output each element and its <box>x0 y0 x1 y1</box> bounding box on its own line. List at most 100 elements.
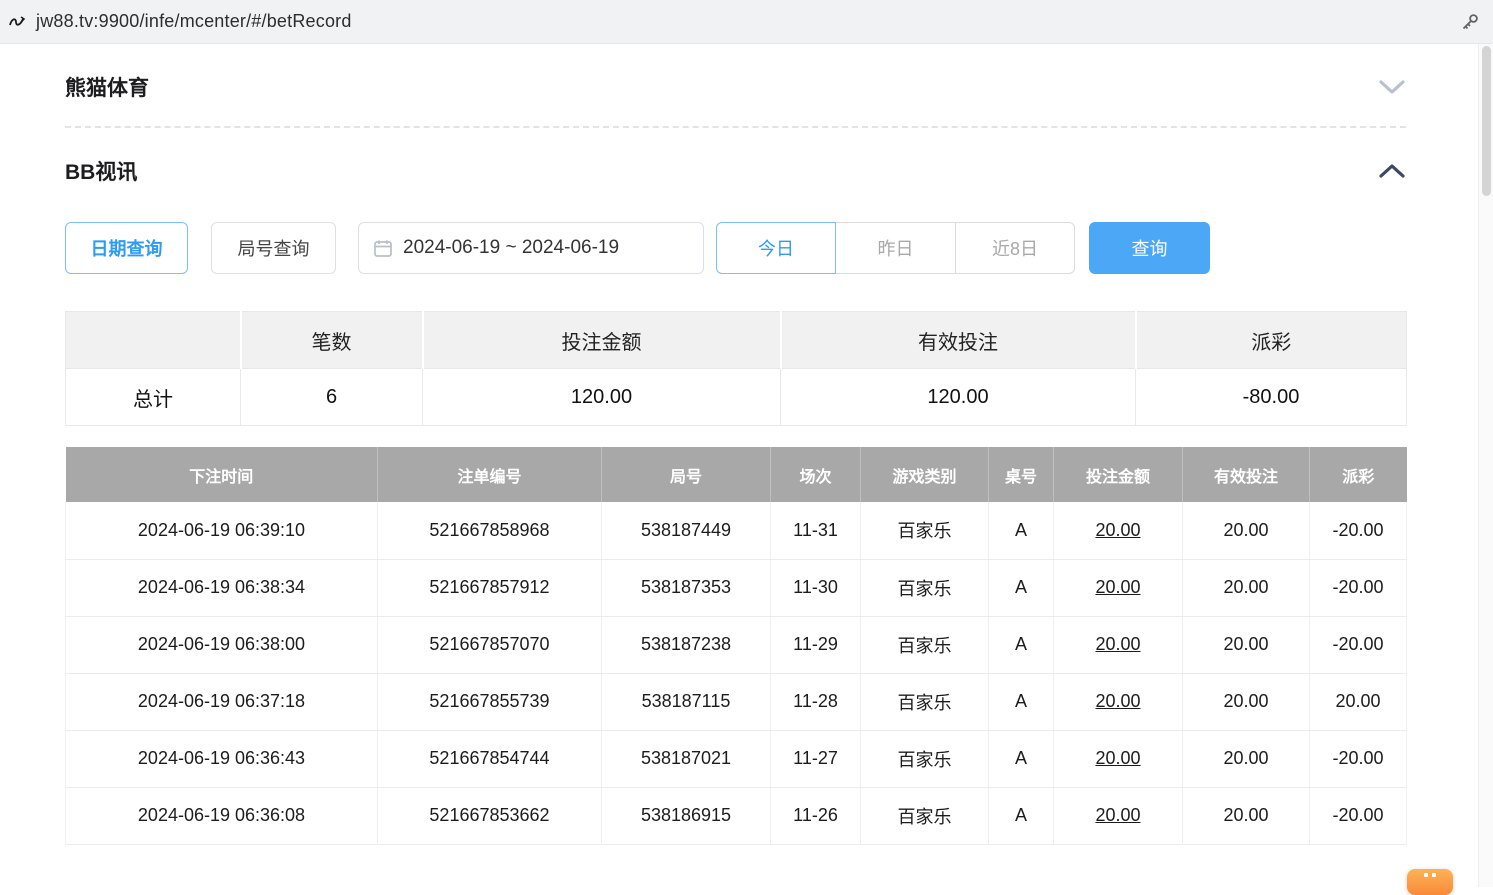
floating-widget[interactable] <box>1407 869 1453 895</box>
cell-session: 11-31 <box>771 502 861 559</box>
round-query-tab[interactable]: 局号查询 <box>211 222 336 274</box>
cell-session: 11-26 <box>771 787 861 844</box>
summary-header-count: 笔数 <box>241 312 423 369</box>
cell-round-id: 538187353 <box>602 559 771 616</box>
bet-table-body: 2024-06-19 06:39:10 521667858968 5381874… <box>66 502 1407 844</box>
cell-bet-time: 2024-06-19 06:39:10 <box>66 502 378 559</box>
cell-game-type: 百家乐 <box>861 616 989 673</box>
table-row: 2024-06-19 06:38:00 521667857070 5381872… <box>66 616 1407 673</box>
quick-range-today[interactable]: 今日 <box>716 222 836 274</box>
summary-total-valid-bet: 120.00 <box>781 369 1136 426</box>
cell-round-id: 538186915 <box>602 787 771 844</box>
cell-bet-amount-link[interactable]: 20.00 <box>1054 730 1183 787</box>
calendar-icon <box>373 238 393 258</box>
summary-header-empty <box>66 312 241 369</box>
cell-payout: 20.00 <box>1310 673 1407 730</box>
cell-payout: -20.00 <box>1310 787 1407 844</box>
key-icon[interactable] <box>1459 11 1481 33</box>
cell-round-id: 538187115 <box>602 673 771 730</box>
cell-valid-bet: 20.00 <box>1183 787 1310 844</box>
cell-game-type: 百家乐 <box>861 730 989 787</box>
summary-header-bet-amount: 投注金额 <box>423 312 781 369</box>
chevron-down-icon[interactable] <box>1378 79 1406 95</box>
cell-payout: -20.00 <box>1310 559 1407 616</box>
cell-game-type: 百家乐 <box>861 673 989 730</box>
summary-header-valid-bet: 有效投注 <box>781 312 1136 369</box>
summary-total-row: 总计 6 120.00 120.00 -80.00 <box>66 369 1407 426</box>
summary-header-payout: 派彩 <box>1136 312 1407 369</box>
header-bet-time: 下注时间 <box>66 447 378 502</box>
cell-table-no: A <box>989 502 1054 559</box>
cell-bet-id: 521667855739 <box>378 673 602 730</box>
cell-table-no: A <box>989 559 1054 616</box>
quick-range-yesterday[interactable]: 昨日 <box>836 222 956 274</box>
cell-payout: -20.00 <box>1310 730 1407 787</box>
header-table-no: 桌号 <box>989 447 1054 502</box>
cell-valid-bet: 20.00 <box>1183 616 1310 673</box>
cell-bet-time: 2024-06-19 06:38:34 <box>66 559 378 616</box>
filter-row: 日期查询 局号查询 2024-06-19 ~ 2024-06-19 今日 昨日 … <box>65 222 1406 274</box>
cell-round-id: 538187449 <box>602 502 771 559</box>
cell-game-type: 百家乐 <box>861 559 989 616</box>
cell-table-no: A <box>989 616 1054 673</box>
cell-bet-amount-link[interactable]: 20.00 <box>1054 787 1183 844</box>
cell-bet-time: 2024-06-19 06:36:08 <box>66 787 378 844</box>
table-row: 2024-06-19 06:36:43 521667854744 5381870… <box>66 730 1407 787</box>
cell-game-type: 百家乐 <box>861 787 989 844</box>
cell-bet-id: 521667857070 <box>378 616 602 673</box>
summary-header-row: 笔数 投注金额 有效投注 派彩 <box>66 312 1407 369</box>
chevron-up-icon[interactable] <box>1378 163 1406 179</box>
header-valid-bet: 有效投注 <box>1183 447 1310 502</box>
cell-session: 11-29 <box>771 616 861 673</box>
cell-bet-amount-link[interactable]: 20.00 <box>1054 502 1183 559</box>
header-bet-id: 注单编号 <box>378 447 602 502</box>
cell-session: 11-27 <box>771 730 861 787</box>
table-row: 2024-06-19 06:36:08 521667853662 5381869… <box>66 787 1407 844</box>
cell-table-no: A <box>989 673 1054 730</box>
scrollbar-thumb[interactable] <box>1482 46 1491 196</box>
section-bb-video[interactable]: BB视讯 <box>65 156 1406 186</box>
header-game-type: 游戏类别 <box>861 447 989 502</box>
summary-table: 笔数 投注金额 有效投注 派彩 总计 6 120.00 120.00 -80.0… <box>65 311 1407 426</box>
browser-address-bar[interactable]: jw88.tv:9900/infe/mcenter/#/betRecord <box>0 0 1493 44</box>
table-row: 2024-06-19 06:38:34 521667857912 5381873… <box>66 559 1407 616</box>
cell-round-id: 538187238 <box>602 616 771 673</box>
cell-bet-id: 521667854744 <box>378 730 602 787</box>
cell-payout: -20.00 <box>1310 502 1407 559</box>
bet-records-table: 下注时间 注单编号 局号 场次 游戏类别 桌号 投注金额 有效投注 派彩 202… <box>65 447 1407 845</box>
cell-valid-bet: 20.00 <box>1183 502 1310 559</box>
scrollbar[interactable] <box>1478 44 1493 887</box>
header-round-id: 局号 <box>602 447 771 502</box>
cell-bet-amount-link[interactable]: 20.00 <box>1054 673 1183 730</box>
header-session: 场次 <box>771 447 861 502</box>
date-range-input[interactable]: 2024-06-19 ~ 2024-06-19 <box>358 222 704 274</box>
table-row: 2024-06-19 06:37:18 521667855739 5381871… <box>66 673 1407 730</box>
quick-range-last8days[interactable]: 近8日 <box>955 222 1075 274</box>
cell-table-no: A <box>989 787 1054 844</box>
bet-record-page: 熊猫体育 BB视讯 日期查询 局号查询 2024-06-19 ~ <box>0 72 1493 845</box>
cell-valid-bet: 20.00 <box>1183 730 1310 787</box>
date-range-value: 2024-06-19 ~ 2024-06-19 <box>403 237 619 259</box>
cell-valid-bet: 20.00 <box>1183 559 1310 616</box>
cell-bet-id: 521667857912 <box>378 559 602 616</box>
header-bet-amount: 投注金额 <box>1054 447 1183 502</box>
site-icon <box>6 11 28 33</box>
cell-bet-amount-link[interactable]: 20.00 <box>1054 559 1183 616</box>
section-title-bb: BB视讯 <box>65 156 137 186</box>
cell-bet-time: 2024-06-19 06:36:43 <box>66 730 378 787</box>
cell-bet-amount-link[interactable]: 20.00 <box>1054 616 1183 673</box>
summary-total-bet-amount: 120.00 <box>423 369 781 426</box>
cell-session: 11-28 <box>771 673 861 730</box>
cell-bet-id: 521667858968 <box>378 502 602 559</box>
cell-game-type: 百家乐 <box>861 502 989 559</box>
date-query-tab[interactable]: 日期查询 <box>65 222 188 274</box>
table-row: 2024-06-19 06:39:10 521667858968 5381874… <box>66 502 1407 559</box>
search-button[interactable]: 查询 <box>1089 222 1210 274</box>
cell-bet-time: 2024-06-19 06:37:18 <box>66 673 378 730</box>
url-text[interactable]: jw88.tv:9900/infe/mcenter/#/betRecord <box>36 11 1459 32</box>
quick-range-segment: 今日 昨日 近8日 <box>716 222 1075 274</box>
cell-table-no: A <box>989 730 1054 787</box>
header-payout: 派彩 <box>1310 447 1407 502</box>
section-panda-sports[interactable]: 熊猫体育 <box>65 72 1406 102</box>
cell-valid-bet: 20.00 <box>1183 673 1310 730</box>
